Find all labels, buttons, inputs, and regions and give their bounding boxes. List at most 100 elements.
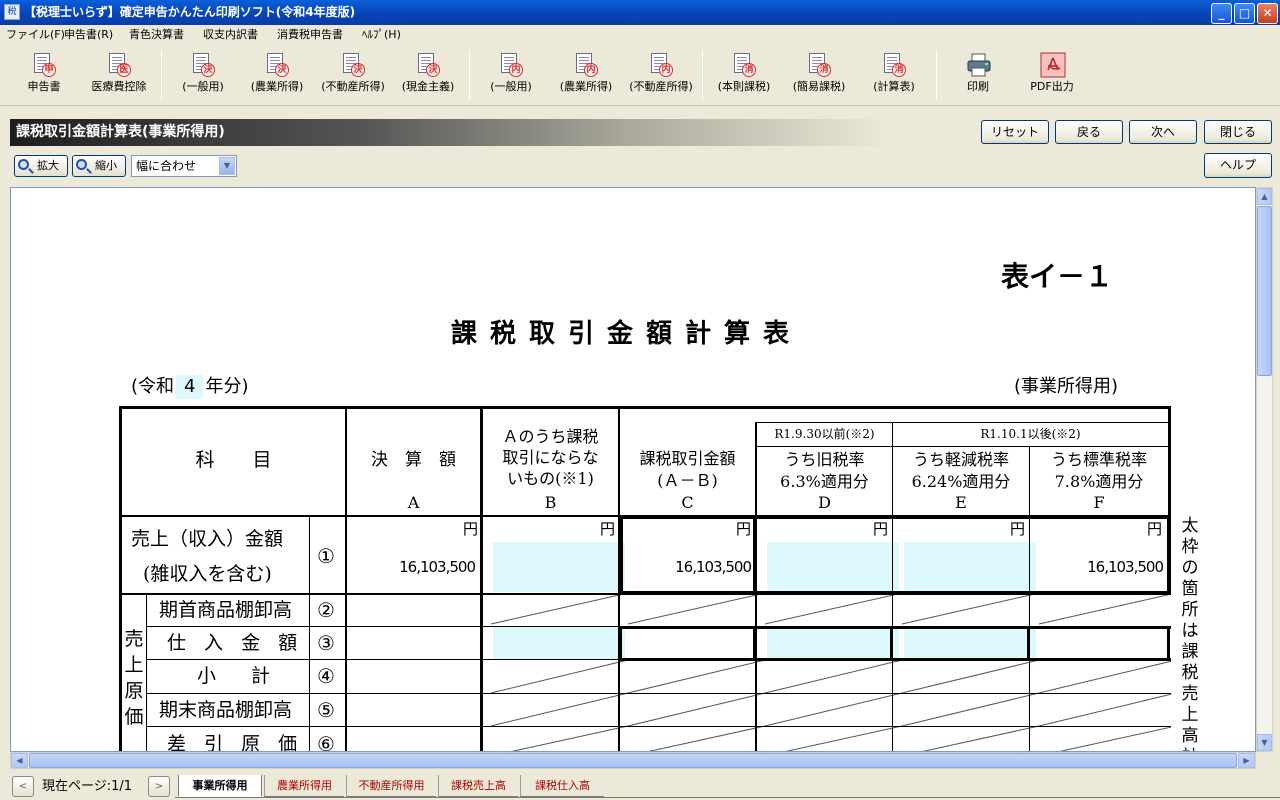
- tab-taxable-purchases[interactable]: 課税仕入高: [520, 775, 604, 797]
- col-a-title: 決 算 額: [371, 450, 456, 470]
- horizontal-scrollbar[interactable]: ◀ ▶: [10, 752, 1256, 769]
- side-note: 太枠の箇所は課税売上高計算: [1181, 516, 1199, 751]
- tool-label: (農業所得): [559, 80, 613, 93]
- tool-blue-agriculture-button[interactable]: 決 (農業所得): [237, 50, 317, 102]
- tool-tax-calc-button[interactable]: 消 (計算表): [854, 50, 934, 102]
- document-title: 課税取引金額計算表: [451, 319, 803, 349]
- tool-medical-deduction-button[interactable]: 医 医療費控除: [79, 50, 159, 102]
- zoom-select[interactable]: 幅に合わせ ▼: [131, 155, 237, 177]
- tool-pdf-button[interactable]: PDF出力: [1012, 50, 1092, 102]
- row-number-6: ⑥: [317, 732, 335, 752]
- tool-return-button[interactable]: 申 申告書: [4, 50, 84, 102]
- menu-bar: ファイル(F) 申告書(R) 青色決算書 収支内訳書 消費税申告書 ﾍﾙﾌﾟ(H…: [0, 25, 1280, 44]
- year-suffix: 年分): [205, 376, 249, 397]
- tool-blue-general-button[interactable]: 決 (一般用): [163, 50, 243, 102]
- scroll-left-icon[interactable]: ◀: [11, 753, 28, 768]
- tool-statement-realestate-button[interactable]: 内 (不動産所得): [621, 50, 701, 102]
- document-icon: 内: [499, 52, 523, 78]
- reset-button[interactable]: リセット: [981, 120, 1049, 144]
- tool-statement-general-button[interactable]: 内 (一般用): [471, 50, 551, 102]
- printer-icon: [966, 52, 991, 78]
- document-icon: 決: [191, 52, 215, 78]
- document-icon: 消: [732, 52, 756, 78]
- next-button[interactable]: 次へ: [1129, 120, 1197, 144]
- vertical-scrollbar[interactable]: ▲ ▼: [1256, 187, 1273, 752]
- pdf-icon: [1040, 52, 1066, 78]
- tool-label: PDF出力: [1030, 80, 1074, 93]
- form-code: 表イ－１: [1001, 260, 1114, 293]
- close-window-button[interactable]: ✕: [1257, 3, 1278, 24]
- tool-tax-simplified-button[interactable]: 消 (簡易課税): [779, 50, 859, 102]
- tool-statement-agriculture-button[interactable]: 内 (農業所得): [546, 50, 626, 102]
- document-icon: 申: [32, 52, 56, 78]
- tool-print-button[interactable]: 印刷: [938, 50, 1018, 102]
- tab-agriculture[interactable]: 農業所得用: [264, 775, 344, 797]
- tool-blue-cash-button[interactable]: 決 (現金主義): [388, 50, 468, 102]
- tab-taxable-sales[interactable]: 課税売上高: [438, 775, 518, 797]
- document-icon: 消: [807, 52, 831, 78]
- help-button[interactable]: ヘルプ: [1204, 153, 1272, 178]
- col-c-letter: C: [681, 493, 694, 512]
- horizontal-scroll-thumb[interactable]: [29, 753, 1237, 768]
- menu-consumption-tax[interactable]: 消費税申告書: [277, 27, 343, 42]
- tab-business[interactable]: 事業所得用: [178, 775, 262, 797]
- cogs-char: 売: [124, 628, 144, 650]
- tab-realestate[interactable]: 不動産所得用: [346, 775, 436, 797]
- next-page-button[interactable]: >: [148, 776, 170, 797]
- tool-blue-realestate-button[interactable]: 決 (不動産所得): [313, 50, 393, 102]
- menu-file[interactable]: ファイル(F): [6, 27, 65, 42]
- row-number-4: ④: [317, 664, 335, 688]
- menu-help[interactable]: ﾍﾙﾌﾟ(H): [362, 27, 401, 42]
- tool-label: 申告書: [27, 80, 61, 93]
- row-number-2: ②: [317, 598, 335, 622]
- row-number-1: ①: [317, 544, 335, 568]
- sales-c-value: 16,103,500: [675, 558, 752, 576]
- toolbar: 申 申告書 医 医療費控除 決 (一般用) 決 (農業所得) 決 (不動産所得)…: [0, 44, 1280, 106]
- zoom-out-button[interactable]: 縮小: [72, 155, 126, 177]
- prev-page-button[interactable]: <: [12, 776, 34, 797]
- cogs-char: 原: [124, 680, 144, 702]
- back-button[interactable]: 戻る: [1055, 120, 1123, 144]
- minimize-button[interactable]: _: [1211, 3, 1232, 24]
- col-e-line2: 6.24%適用分: [911, 472, 1011, 491]
- sales-a-value[interactable]: 16,103,500: [347, 558, 476, 576]
- tool-label: 印刷: [967, 80, 989, 93]
- menu-blue-return[interactable]: 青色決算書: [129, 27, 184, 42]
- document-icon: 決: [265, 52, 289, 78]
- yen-unit: 円: [463, 520, 479, 538]
- tool-label: (農業所得): [250, 80, 304, 93]
- sales-f-value: 16,103,500: [1087, 558, 1164, 576]
- scroll-up-icon[interactable]: ▲: [1257, 188, 1272, 205]
- col-c-line2: (Ａ－Ｂ): [657, 471, 718, 490]
- vertical-scroll-thumb[interactable]: [1257, 206, 1272, 376]
- menu-income-statement[interactable]: 収支内訳書: [203, 27, 258, 42]
- scroll-right-icon[interactable]: ▶: [1238, 753, 1255, 768]
- col-e-letter: E: [955, 493, 967, 512]
- scroll-down-icon[interactable]: ▼: [1257, 734, 1272, 751]
- year-input[interactable]: 4: [176, 375, 204, 399]
- col-d-letter: D: [818, 493, 831, 512]
- menu-return[interactable]: 申告書(R): [64, 27, 113, 42]
- business-type-label: (事業所得用): [1014, 376, 1119, 397]
- calc-table: 科 目 決 算 額 A Ａのうち課税 取引にならな いもの(※1) B 課税取引…: [119, 406, 1171, 752]
- form-title: 課税取引金額計算表(事業所得用): [16, 124, 225, 140]
- chevron-down-icon[interactable]: ▼: [219, 157, 235, 175]
- zoom-in-button[interactable]: 拡大: [14, 155, 68, 177]
- tool-tax-principle-button[interactable]: 消 (本則課税): [704, 50, 784, 102]
- document-icon: 決: [341, 52, 365, 78]
- subtotal-label: 小 計: [197, 665, 279, 687]
- zoom-in-label: 拡大: [37, 159, 59, 172]
- col-d-line2: 6.3%適用分: [780, 472, 869, 491]
- tool-label: (不動産所得): [629, 80, 693, 93]
- app-icon: 税: [4, 4, 20, 20]
- maximize-button[interactable]: □: [1234, 3, 1255, 24]
- tool-label: (不動産所得): [321, 80, 385, 93]
- tab-baseline: [175, 797, 1280, 798]
- close-form-button[interactable]: 閉じる: [1204, 120, 1272, 144]
- col-r1-before: R1.9.30以前(※2): [774, 427, 875, 441]
- yen-unit: 円: [1010, 520, 1026, 538]
- cogs-group-label: 売 上 原 価: [122, 626, 146, 730]
- col-c-line1: 課税取引金額: [639, 449, 736, 468]
- document-viewport: 表イ－１ 課税取引金額計算表 (令和 4 年分) (事業所得用) 科 目 決 算…: [10, 187, 1256, 752]
- col-f-letter: F: [1093, 493, 1105, 512]
